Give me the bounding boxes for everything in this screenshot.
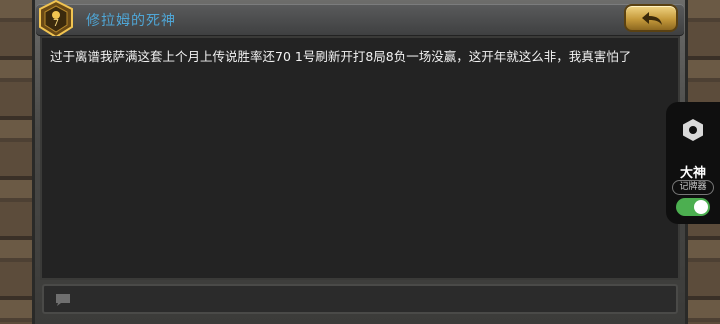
rank-level: 7 xyxy=(53,18,59,29)
hexagon-settings-icon[interactable] xyxy=(682,118,704,146)
back-button[interactable] xyxy=(624,4,678,32)
toggle-knob xyxy=(694,200,708,214)
page-title: 修拉姆的死神 xyxy=(86,13,176,29)
tracker-side-panel: 大神 记牌器 xyxy=(666,102,720,224)
tracker-subtitle: 记牌器 xyxy=(672,180,714,195)
tracker-toggle[interactable] xyxy=(676,198,710,216)
tracker-title: 大神 xyxy=(679,166,706,181)
back-arrow-icon xyxy=(642,12,662,25)
message-text: 过于离谱我萨满这套上个月上传说胜率还70 1号刷新开打8局8负一场没赢，这开年就… xyxy=(50,49,632,64)
chat-bubble-icon xyxy=(56,294,70,306)
chat-input[interactable] xyxy=(42,284,678,314)
rank-shield-icon[interactable]: 7 xyxy=(38,0,74,39)
message-area: 过于离谱我萨满这套上个月上传说胜率还70 1号刷新开打8局8负一场没赢，这开年就… xyxy=(40,36,680,280)
